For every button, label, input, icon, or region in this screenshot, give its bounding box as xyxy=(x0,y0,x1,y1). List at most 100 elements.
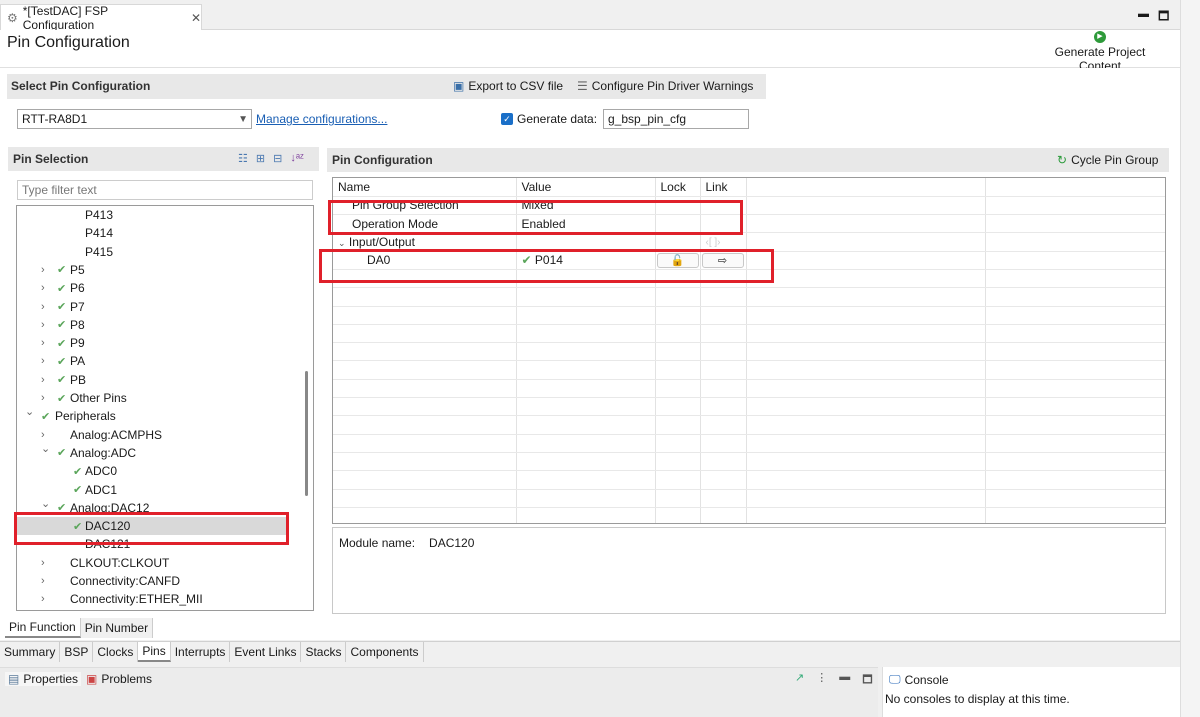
tree-item[interactable]: › Analog:ACMPHS xyxy=(17,426,289,444)
config-select[interactable]: RTT-RA8D1 ▼ xyxy=(17,109,252,129)
tree-item[interactable]: › Connectivity:ETHER_MII xyxy=(17,590,289,608)
tree-item[interactable]: › ✔ PB xyxy=(17,371,289,389)
export-csv-button[interactable]: ▣ Export to CSV file xyxy=(453,79,563,93)
tree-item[interactable]: › ✔ P7 xyxy=(17,298,289,316)
generate-project-content-button[interactable]: ▶ Generate Project Content xyxy=(1032,31,1168,73)
col-value[interactable]: Value xyxy=(516,178,656,197)
tree-item-label: CLKOUT:CLKOUT xyxy=(70,555,170,570)
maximize-icon[interactable]: 🗖 xyxy=(1158,7,1169,28)
chevron-down-icon[interactable]: ⌄ xyxy=(338,238,346,248)
module-info: Module name: DAC120 xyxy=(332,527,1166,614)
chevron-down-icon[interactable]: ⌄ xyxy=(41,497,50,510)
tab-bsp[interactable]: BSP xyxy=(60,642,94,662)
cycle-icon: ↻ xyxy=(1057,153,1068,167)
pin-config-title: Pin Configuration xyxy=(332,153,433,167)
tree-item-label: P415 xyxy=(85,244,114,259)
module-label: Module name: xyxy=(339,536,416,550)
chevron-right-icon[interactable]: › xyxy=(41,392,45,404)
properties-icon: ▤ xyxy=(8,672,20,686)
tree-item[interactable]: ⌄ ✔ Analog:ADC xyxy=(17,442,289,462)
tree-item-label: P7 xyxy=(70,299,85,314)
chevron-right-icon[interactable]: › xyxy=(41,355,45,367)
chevron-right-icon[interactable]: › xyxy=(41,429,45,441)
col-name[interactable]: Name xyxy=(333,178,517,197)
tab-pin-function[interactable]: Pin Function xyxy=(5,618,81,638)
tree-item[interactable]: › ✔ P6 xyxy=(17,279,289,297)
sort-az-icon[interactable]: ↓ᵃᶻ xyxy=(290,152,304,165)
chevron-right-icon[interactable]: › xyxy=(41,337,45,349)
open-view-icon[interactable]: ↗ xyxy=(795,671,804,690)
col-lock[interactable]: Lock xyxy=(655,178,701,197)
minimize-icon[interactable]: ▬ xyxy=(839,671,850,690)
expand-all-icon[interactable]: ⊞ xyxy=(256,152,265,165)
tree-item[interactable]: ✔ ADC0 xyxy=(17,462,289,480)
properties-label: Properties xyxy=(23,672,79,686)
tab-problems[interactable]: ▣ Problems xyxy=(86,672,152,686)
tab-event-links[interactable]: Event Links xyxy=(230,642,302,662)
editor-tabs: Summary BSP Clocks Pins Interrupts Event Link… xyxy=(0,641,1180,663)
tree-item[interactable]: › ✔ P8 xyxy=(17,316,289,334)
chevron-right-icon[interactable]: › xyxy=(41,301,45,313)
tab-summary[interactable]: Summary xyxy=(0,642,61,662)
highlight-box xyxy=(14,512,289,545)
col-link[interactable]: Link xyxy=(700,178,747,197)
tab-pins[interactable]: Pins xyxy=(138,642,171,662)
configure-warnings-button[interactable]: ☰ Configure Pin Driver Warnings xyxy=(577,79,753,93)
tree-item-label: Connectivity:CANFD xyxy=(70,574,181,588)
tab-components[interactable]: Components xyxy=(346,642,424,662)
tree-item[interactable]: › CLKOUT:CLKOUT xyxy=(17,554,289,572)
tab-properties[interactable]: ▤ Properties xyxy=(5,672,82,686)
export-label: Export to CSV file xyxy=(468,79,564,93)
filter-placeholder: Type filter text xyxy=(22,183,97,197)
tree-item[interactable]: › Connectivity:CANFD xyxy=(17,572,289,590)
show-tree-icon[interactable]: ☷ xyxy=(238,152,248,165)
tab-console[interactable]: 🖵 Console xyxy=(889,672,949,687)
collapse-all-icon[interactable]: ⊟ xyxy=(273,152,282,165)
tree-item[interactable]: P414 xyxy=(17,224,289,242)
tree-item[interactable]: › ✔ P5 xyxy=(17,261,289,279)
chevron-right-icon[interactable]: › xyxy=(41,282,45,294)
tab-clocks[interactable]: Clocks xyxy=(93,642,139,662)
chevron-right-icon[interactable]: › xyxy=(41,593,45,605)
tree-item[interactable]: ✔ ADC1 xyxy=(17,481,289,499)
tree-item-label: ADC0 xyxy=(85,464,118,479)
manage-configurations-link[interactable]: Manage configurations... xyxy=(256,112,387,126)
tree-item-label: Analog:ADC xyxy=(70,445,137,460)
generate-data-checkbox[interactable]: ✓ Generate data: xyxy=(501,112,597,126)
tree-item[interactable]: P415 xyxy=(17,243,289,261)
chevron-right-icon[interactable]: › xyxy=(41,374,45,386)
highlight-box xyxy=(319,249,774,283)
pin-config-header xyxy=(327,148,1169,172)
chevron-right-icon[interactable]: › xyxy=(41,264,45,276)
tree-item[interactable]: › ✔ PA xyxy=(17,352,289,370)
tree-item[interactable]: P413 xyxy=(17,206,289,224)
generate-data-input[interactable]: g_bsp_pin_cfg xyxy=(603,109,749,129)
generate-data-label: Generate data: xyxy=(517,112,598,126)
tab-pin-number[interactable]: Pin Number xyxy=(80,618,154,638)
page-title: Pin Configuration xyxy=(7,34,130,51)
tree-item[interactable]: › ✔ P9 xyxy=(17,334,289,352)
maximize-icon[interactable]: 🗖 xyxy=(862,671,872,690)
close-icon[interactable]: ✕ xyxy=(191,11,201,25)
tab-stacks[interactable]: Stacks xyxy=(301,642,347,662)
cycle-pin-group-button[interactable]: ↻ Cycle Pin Group xyxy=(1057,153,1158,167)
chevron-right-icon[interactable]: › xyxy=(41,575,45,587)
chevron-down-icon[interactable]: ⌄ xyxy=(25,405,34,418)
view-menu-icon[interactable]: ⋮ xyxy=(816,671,827,690)
minimize-icon[interactable]: ▬ xyxy=(1138,8,1149,20)
chevron-right-icon[interactable]: › xyxy=(41,319,45,331)
chevron-down-icon[interactable]: ⌄ xyxy=(41,442,50,455)
tree-item-label: PB xyxy=(70,372,87,387)
console-label: Console xyxy=(904,672,949,687)
highlight-box xyxy=(328,200,743,235)
tree-item[interactable]: ⌄ ✔ Peripherals xyxy=(17,405,289,425)
check-icon: ✔ xyxy=(57,392,67,405)
tree-item-label: P5 xyxy=(70,262,85,277)
tab-interrupts[interactable]: Interrupts xyxy=(170,642,231,662)
chevron-right-icon[interactable]: › xyxy=(41,557,45,569)
tree-item-label: ADC1 xyxy=(85,482,118,497)
tree-item[interactable]: › ✔ Other Pins xyxy=(17,389,289,407)
tree-scrollbar[interactable] xyxy=(305,371,308,496)
editor-tab[interactable]: ⚙ *[TestDAC] FSP Configuration ✕ xyxy=(0,4,202,32)
filter-input[interactable]: Type filter text xyxy=(17,180,313,200)
